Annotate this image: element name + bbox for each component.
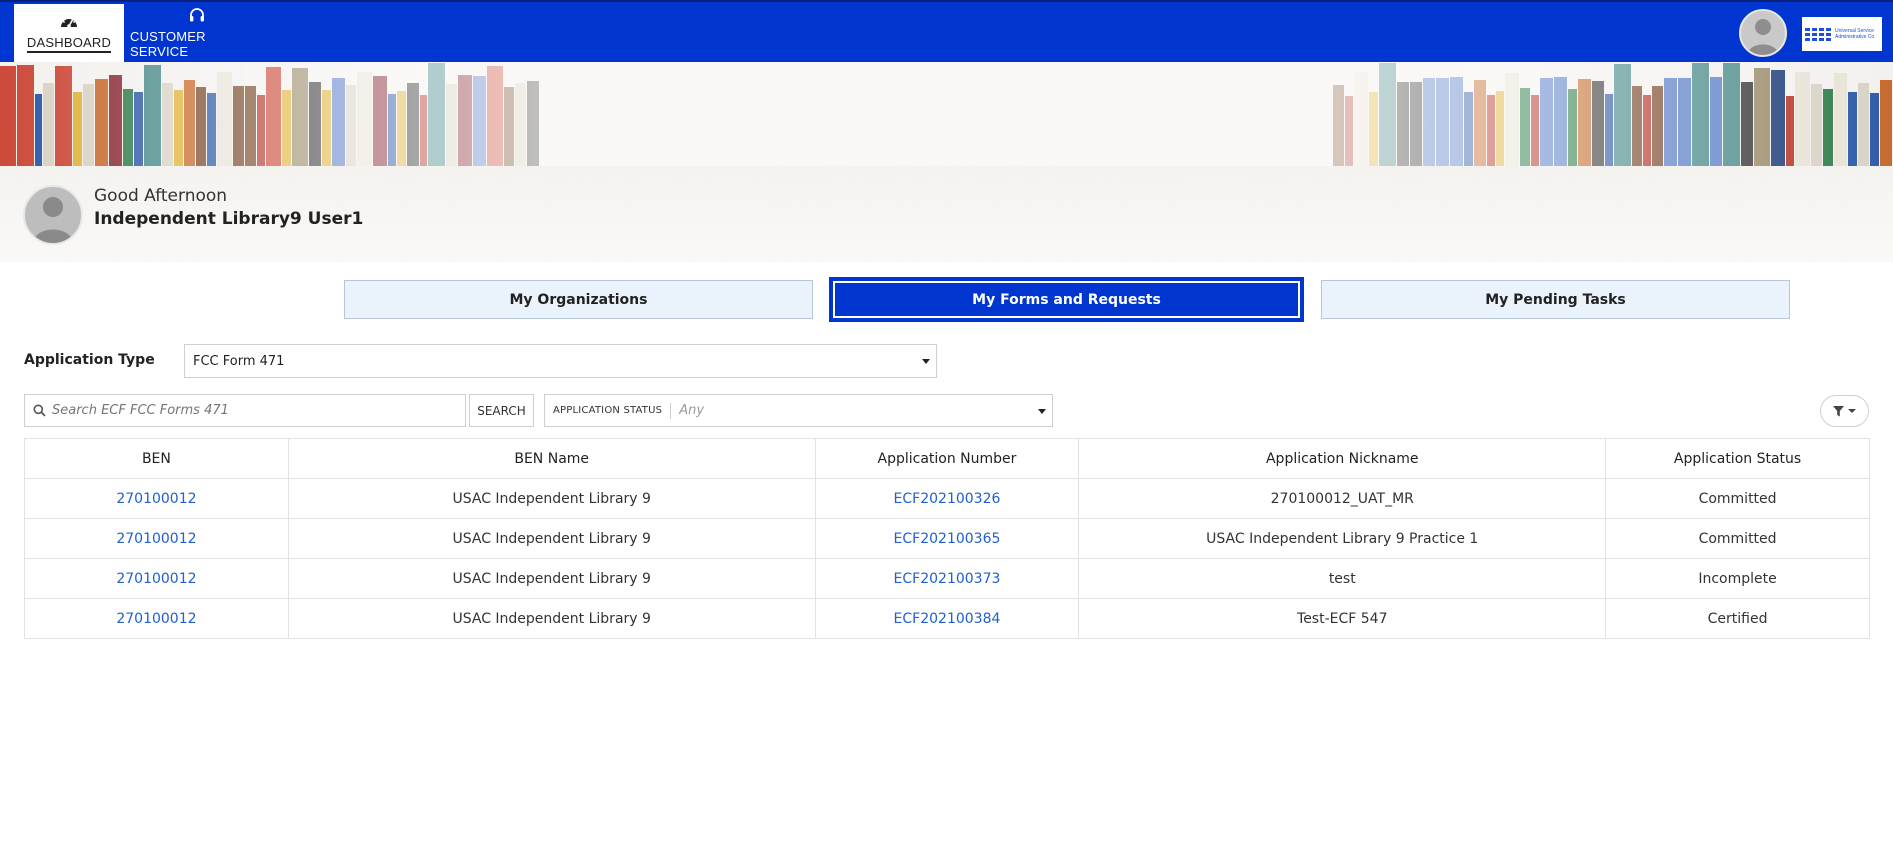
user-avatar-button[interactable] [1739, 9, 1787, 57]
column-header-ben-name[interactable]: BEN Name [287, 438, 816, 479]
application-nickname-cell: USAC Independent Library 9 Practice 1 [1078, 518, 1607, 559]
ben-link[interactable]: 270100012 [116, 531, 196, 547]
application-number-link[interactable]: ECF202100373 [894, 571, 1001, 587]
headset-icon [190, 8, 204, 22]
application-status-value: Any [679, 403, 705, 418]
nav-customer-service[interactable]: CUSTOMER SERVICE [130, 4, 264, 62]
application-type-label: Application Type [24, 352, 155, 368]
ben-link[interactable]: 270100012 [116, 571, 196, 587]
application-status-cell: Certified [1605, 598, 1870, 639]
application-status-cell: Incomplete [1605, 558, 1870, 599]
search-button[interactable]: SEARCH [469, 394, 534, 427]
greeting-avatar [23, 185, 83, 245]
application-number-link[interactable]: ECF202100365 [894, 531, 1001, 547]
tab-my-organizations[interactable]: My Organizations [344, 280, 813, 319]
banner-fade [0, 62, 1893, 166]
nav-dashboard-label: DASHBOARD [26, 35, 112, 53]
application-nickname-cell: Test-ECF 547 [1078, 598, 1607, 639]
nav-dashboard[interactable]: DASHBOARD [14, 4, 124, 62]
chevron-down-icon [1038, 408, 1046, 414]
tab-my-forms-and-requests[interactable]: My Forms and Requests [832, 280, 1301, 319]
top-nav-bar: DASHBOARD CUSTOMER SERVICE Universal Ser… [0, 0, 1893, 62]
user-silhouette-icon [33, 197, 73, 243]
table-row: 270100012 USAC Independent Library 9 ECF… [24, 478, 1870, 519]
ben-name-cell: USAC Independent Library 9 [287, 478, 816, 519]
ben-name-cell: USAC Independent Library 9 [287, 598, 816, 639]
search-icon [33, 404, 46, 417]
usac-logo-mark [1805, 27, 1831, 41]
application-status-cell: Committed [1605, 478, 1870, 519]
ben-name-cell: USAC Independent Library 9 [287, 518, 816, 559]
speedometer-icon [61, 16, 77, 28]
application-status-label: APPLICATION STATUS [545, 402, 672, 419]
hero-banner [0, 62, 1893, 262]
tab-my-pending-tasks[interactable]: My Pending Tasks [1321, 280, 1790, 319]
user-silhouette-icon [1747, 19, 1779, 55]
chevron-down-icon [1848, 409, 1856, 413]
column-header-application-status[interactable]: Application Status [1605, 438, 1870, 479]
column-header-ben[interactable]: BEN [24, 438, 289, 479]
ben-name-cell: USAC Independent Library 9 [287, 558, 816, 599]
nav-customer-service-label: CUSTOMER SERVICE [130, 29, 206, 59]
application-status-cell: Committed [1605, 518, 1870, 559]
greeting-salutation: Good Afternoon [94, 186, 228, 206]
application-type-select[interactable]: FCC Form 471 [184, 344, 937, 378]
search-input[interactable] [52, 403, 452, 418]
ben-link[interactable]: 270100012 [116, 611, 196, 627]
applications-table: BEN BEN Name Application Number Applicat… [24, 438, 1870, 639]
ben-link[interactable]: 270100012 [116, 491, 196, 507]
table-header-row: BEN BEN Name Application Number Applicat… [24, 438, 1870, 479]
application-type-value: FCC Form 471 [193, 353, 285, 369]
usac-logo-text: Universal Service Administrative Co. [1835, 28, 1876, 40]
greeting-user-name: Independent Library9 User1 [94, 209, 364, 229]
search-field[interactable] [24, 394, 466, 427]
column-header-application-number[interactable]: Application Number [814, 438, 1080, 479]
filter-icon [1833, 405, 1844, 416]
application-number-link[interactable]: ECF202100326 [894, 491, 1001, 507]
filter-button[interactable] [1820, 395, 1869, 427]
application-nickname-cell: test [1078, 558, 1607, 599]
chevron-down-icon [922, 359, 930, 364]
application-status-select[interactable]: APPLICATION STATUS Any [544, 394, 1053, 427]
table-row: 270100012 USAC Independent Library 9 ECF… [24, 598, 1870, 639]
application-nickname-cell: 270100012_UAT_MR [1078, 478, 1607, 519]
application-number-link[interactable]: ECF202100384 [894, 611, 1001, 627]
usac-logo: Universal Service Administrative Co. [1802, 17, 1882, 51]
table-row: 270100012 USAC Independent Library 9 ECF… [24, 558, 1870, 599]
column-header-application-nickname[interactable]: Application Nickname [1078, 438, 1607, 479]
table-row: 270100012 USAC Independent Library 9 ECF… [24, 518, 1870, 559]
